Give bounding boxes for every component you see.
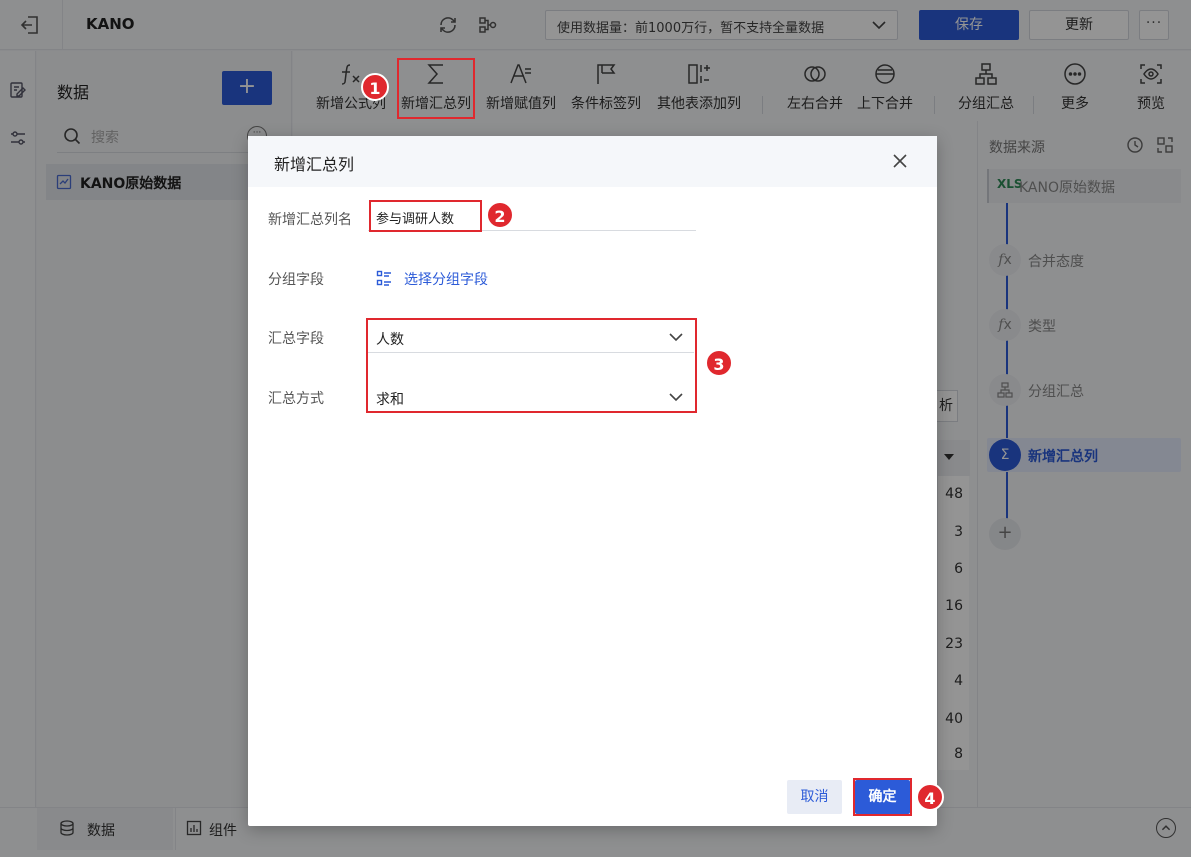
add-summary-column-dialog: 新增汇总列 新增汇总列名 参与调研人数 分组字段 选择分组字段 汇总字段 人数 …	[248, 136, 937, 826]
select-group-field-label: 选择分组字段	[404, 272, 488, 288]
cancel-button[interactable]: 取消	[787, 780, 842, 814]
summary-method-label: 汇总方式	[268, 391, 324, 407]
summary-field-label: 汇总字段	[268, 331, 324, 347]
highlight-box-column-name	[369, 200, 482, 232]
group-field-label: 分组字段	[268, 272, 324, 288]
highlight-box-summary-tool	[397, 58, 475, 119]
column-name-label: 新增汇总列名	[268, 212, 352, 228]
list-icon	[376, 270, 391, 286]
highlight-box-confirm	[853, 778, 912, 816]
dialog-header: 新增汇总列	[248, 136, 937, 187]
step-badge-3: 3	[705, 349, 733, 377]
close-icon[interactable]	[891, 152, 909, 170]
highlight-box-summary-settings	[366, 318, 697, 413]
dialog-title: 新增汇总列	[274, 155, 355, 174]
step-badge-4: 4	[916, 783, 944, 811]
step-badge-2: 2	[486, 201, 514, 229]
step-badge-1: 1	[361, 73, 389, 101]
